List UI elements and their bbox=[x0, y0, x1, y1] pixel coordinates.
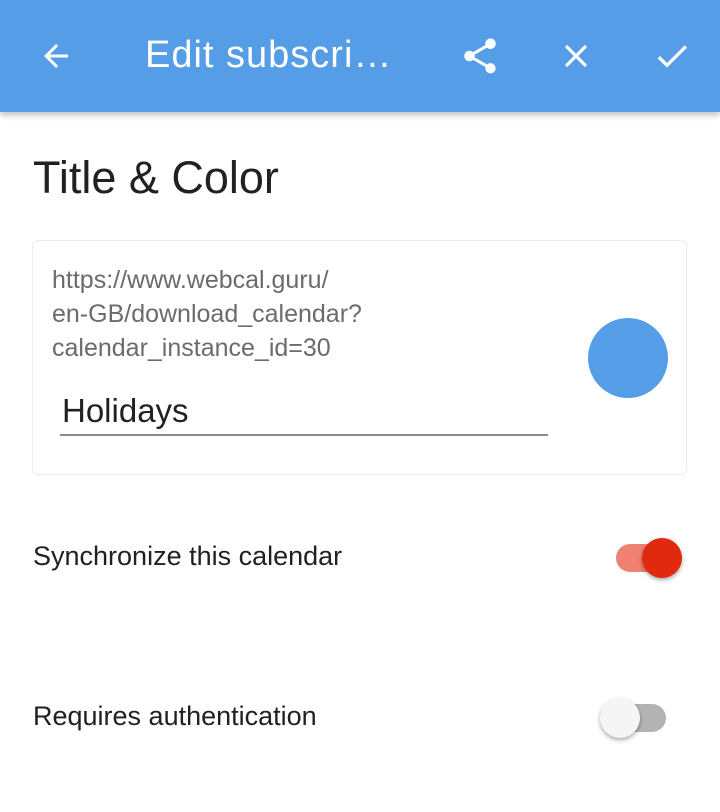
sync-calendar-switch[interactable] bbox=[612, 534, 684, 582]
section-title: Title & Color bbox=[33, 152, 279, 203]
calendar-color-picker[interactable] bbox=[588, 318, 668, 398]
confirm-button[interactable] bbox=[642, 26, 702, 86]
arrow-left-icon bbox=[44, 44, 68, 68]
share-button[interactable] bbox=[450, 26, 510, 86]
close-icon bbox=[564, 44, 588, 68]
requires-auth-switch[interactable] bbox=[598, 694, 670, 742]
share-icon bbox=[464, 38, 496, 74]
check-icon bbox=[657, 45, 687, 68]
app-bar: Edit subscri… bbox=[0, 0, 720, 112]
sync-calendar-label: Synchronize this calendar bbox=[33, 541, 343, 571]
switch-thumb bbox=[642, 538, 682, 578]
back-button[interactable] bbox=[26, 26, 86, 86]
subscription-url-line: https://www.webcal.guru/ bbox=[52, 266, 329, 294]
requires-auth-label: Requires authentication bbox=[33, 701, 317, 731]
calendar-name-input[interactable] bbox=[60, 388, 548, 436]
page-title: Edit subscri… bbox=[145, 34, 393, 76]
switch-thumb bbox=[600, 698, 640, 738]
subscription-url-line: en-GB/download_calendar? bbox=[52, 300, 362, 328]
close-button[interactable] bbox=[546, 26, 606, 86]
subscription-url-line: calendar_instance_id=30 bbox=[52, 334, 331, 362]
